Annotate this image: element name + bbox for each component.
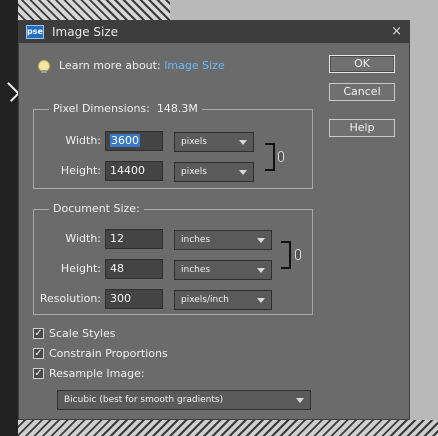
pixel-dimensions-size: 148.3M [156, 102, 198, 115]
pixel-dimensions-title: Pixel Dimensions: 148.3M [49, 102, 202, 115]
doc-width-input[interactable]: 12 [105, 229, 163, 249]
pixel-width-input[interactable]: 3600 [105, 131, 163, 151]
pixel-height-input[interactable]: 14400 [105, 161, 163, 181]
canvas-left-edge [0, 0, 20, 436]
app-icon: pse [26, 25, 44, 39]
learn-more-prefix: Learn more about: [59, 59, 161, 72]
chevron-down-icon [239, 140, 247, 145]
scale-styles-label: Scale Styles [49, 327, 116, 340]
close-icon[interactable]: × [391, 24, 402, 39]
checkbox-box[interactable]: ✓ [33, 348, 44, 359]
doc-height-input[interactable]: 48 [105, 259, 163, 279]
pixel-height-unit-select[interactable]: pixels [174, 162, 254, 182]
resolution-label: Resolution: [39, 292, 101, 305]
pixel-width-label: Width: [65, 134, 101, 147]
doc-width-unit-select[interactable]: inches [174, 230, 272, 250]
ok-button[interactable]: OK [329, 55, 395, 73]
document-size-title: Document Size: [49, 202, 144, 215]
scale-styles-checkbox[interactable]: ✓ Scale Styles [33, 327, 153, 341]
resample-method-select[interactable]: Bicubic (best for smooth gradients) [57, 390, 311, 410]
resample-image-checkbox[interactable]: ✓ Resample Image: [33, 367, 173, 381]
checkbox-box[interactable]: ✓ [33, 328, 44, 339]
constrain-proportions-checkbox[interactable]: ✓ Constrain Proportions [33, 347, 193, 361]
chain-link-icon [278, 151, 284, 162]
canvas-pattern-bottom [18, 420, 438, 436]
doc-height-label: Height: [60, 262, 101, 275]
checkbox-box[interactable]: ✓ [33, 368, 44, 379]
cancel-button[interactable]: Cancel [329, 83, 395, 101]
dialog-title: Image Size [52, 25, 119, 39]
chevron-down-icon [257, 268, 265, 273]
constrain-proportions-label: Constrain Proportions [49, 347, 168, 360]
resample-image-label: Resample Image: [49, 367, 145, 380]
doc-link-bracket [281, 241, 291, 269]
image-size-dialog: pse Image Size × Learn more about: Image… [18, 20, 410, 420]
chevron-down-icon [239, 170, 247, 175]
canvas-background [170, 0, 438, 20]
learn-more-text: Learn more about: Image Size [59, 59, 225, 72]
lightbulb-base [41, 70, 47, 73]
learn-more-link[interactable]: Image Size [164, 59, 225, 72]
canvas-arrow-mark [0, 82, 20, 102]
pixel-width-value: 3600 [110, 134, 140, 147]
chevron-down-icon [296, 398, 304, 403]
doc-height-unit-select[interactable]: inches [174, 260, 272, 280]
doc-width-label: Width: [65, 232, 101, 245]
help-button[interactable]: Help [329, 119, 395, 137]
chevron-down-icon [257, 298, 265, 303]
pixel-width-unit-select[interactable]: pixels [174, 132, 254, 152]
chain-link-icon [295, 249, 301, 260]
canvas-pattern-top [18, 0, 170, 20]
resolution-input[interactable]: 300 [105, 289, 163, 309]
pixel-height-label: Height: [60, 164, 101, 177]
chevron-down-icon [257, 238, 265, 243]
resolution-unit-select[interactable]: pixels/inch [174, 290, 272, 310]
dialog-titlebar[interactable]: pse Image Size × [19, 21, 409, 43]
pixel-link-bracket [265, 143, 275, 171]
